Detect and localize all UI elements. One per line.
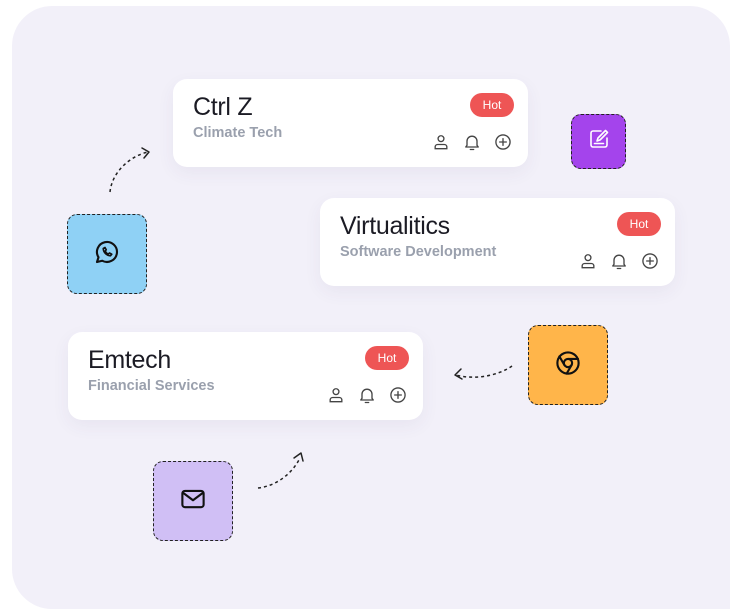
user-icon[interactable]	[577, 250, 599, 272]
hot-badge: Hot	[617, 212, 661, 236]
user-icon[interactable]	[325, 384, 347, 406]
edit-note-tile[interactable]	[571, 114, 626, 169]
bell-icon[interactable]	[356, 384, 378, 406]
company-card-ctrl-z[interactable]: Ctrl Z Climate Tech Hot	[173, 79, 528, 167]
dotted-arrow-chrome-to-emtech	[454, 365, 513, 380]
bell-icon[interactable]	[608, 250, 630, 272]
company-industry: Software Development	[340, 244, 497, 260]
dotted-arrow-whatsapp-to-ctrlz	[109, 147, 150, 193]
bell-icon[interactable]	[461, 131, 483, 153]
company-industry: Financial Services	[88, 378, 215, 394]
edit-note-icon	[587, 127, 611, 156]
illustration-canvas: Ctrl Z Climate Tech Hot Virtualitics Sof…	[12, 6, 730, 609]
card-actions	[577, 250, 661, 272]
user-icon[interactable]	[430, 131, 452, 153]
company-name: Emtech	[88, 346, 171, 374]
mail-icon	[178, 484, 208, 519]
whatsapp-icon	[92, 237, 122, 272]
dotted-arrow-mail-to-emtech	[257, 452, 304, 489]
company-card-emtech[interactable]: Emtech Financial Services Hot	[68, 332, 423, 420]
company-card-virtualitics[interactable]: Virtualitics Software Development Hot	[320, 198, 675, 286]
company-name: Virtualitics	[340, 212, 450, 240]
hot-badge: Hot	[470, 93, 514, 117]
plus-circle-icon[interactable]	[492, 131, 514, 153]
card-actions	[325, 384, 409, 406]
plus-circle-icon[interactable]	[639, 250, 661, 272]
company-industry: Climate Tech	[193, 125, 283, 141]
hot-badge: Hot	[365, 346, 409, 370]
plus-circle-icon[interactable]	[387, 384, 409, 406]
mail-tile[interactable]	[153, 461, 233, 541]
company-name: Ctrl Z	[193, 93, 253, 121]
chrome-tile[interactable]	[528, 325, 608, 405]
card-actions	[430, 131, 514, 153]
chrome-icon	[553, 348, 583, 383]
whatsapp-tile[interactable]	[67, 214, 147, 294]
